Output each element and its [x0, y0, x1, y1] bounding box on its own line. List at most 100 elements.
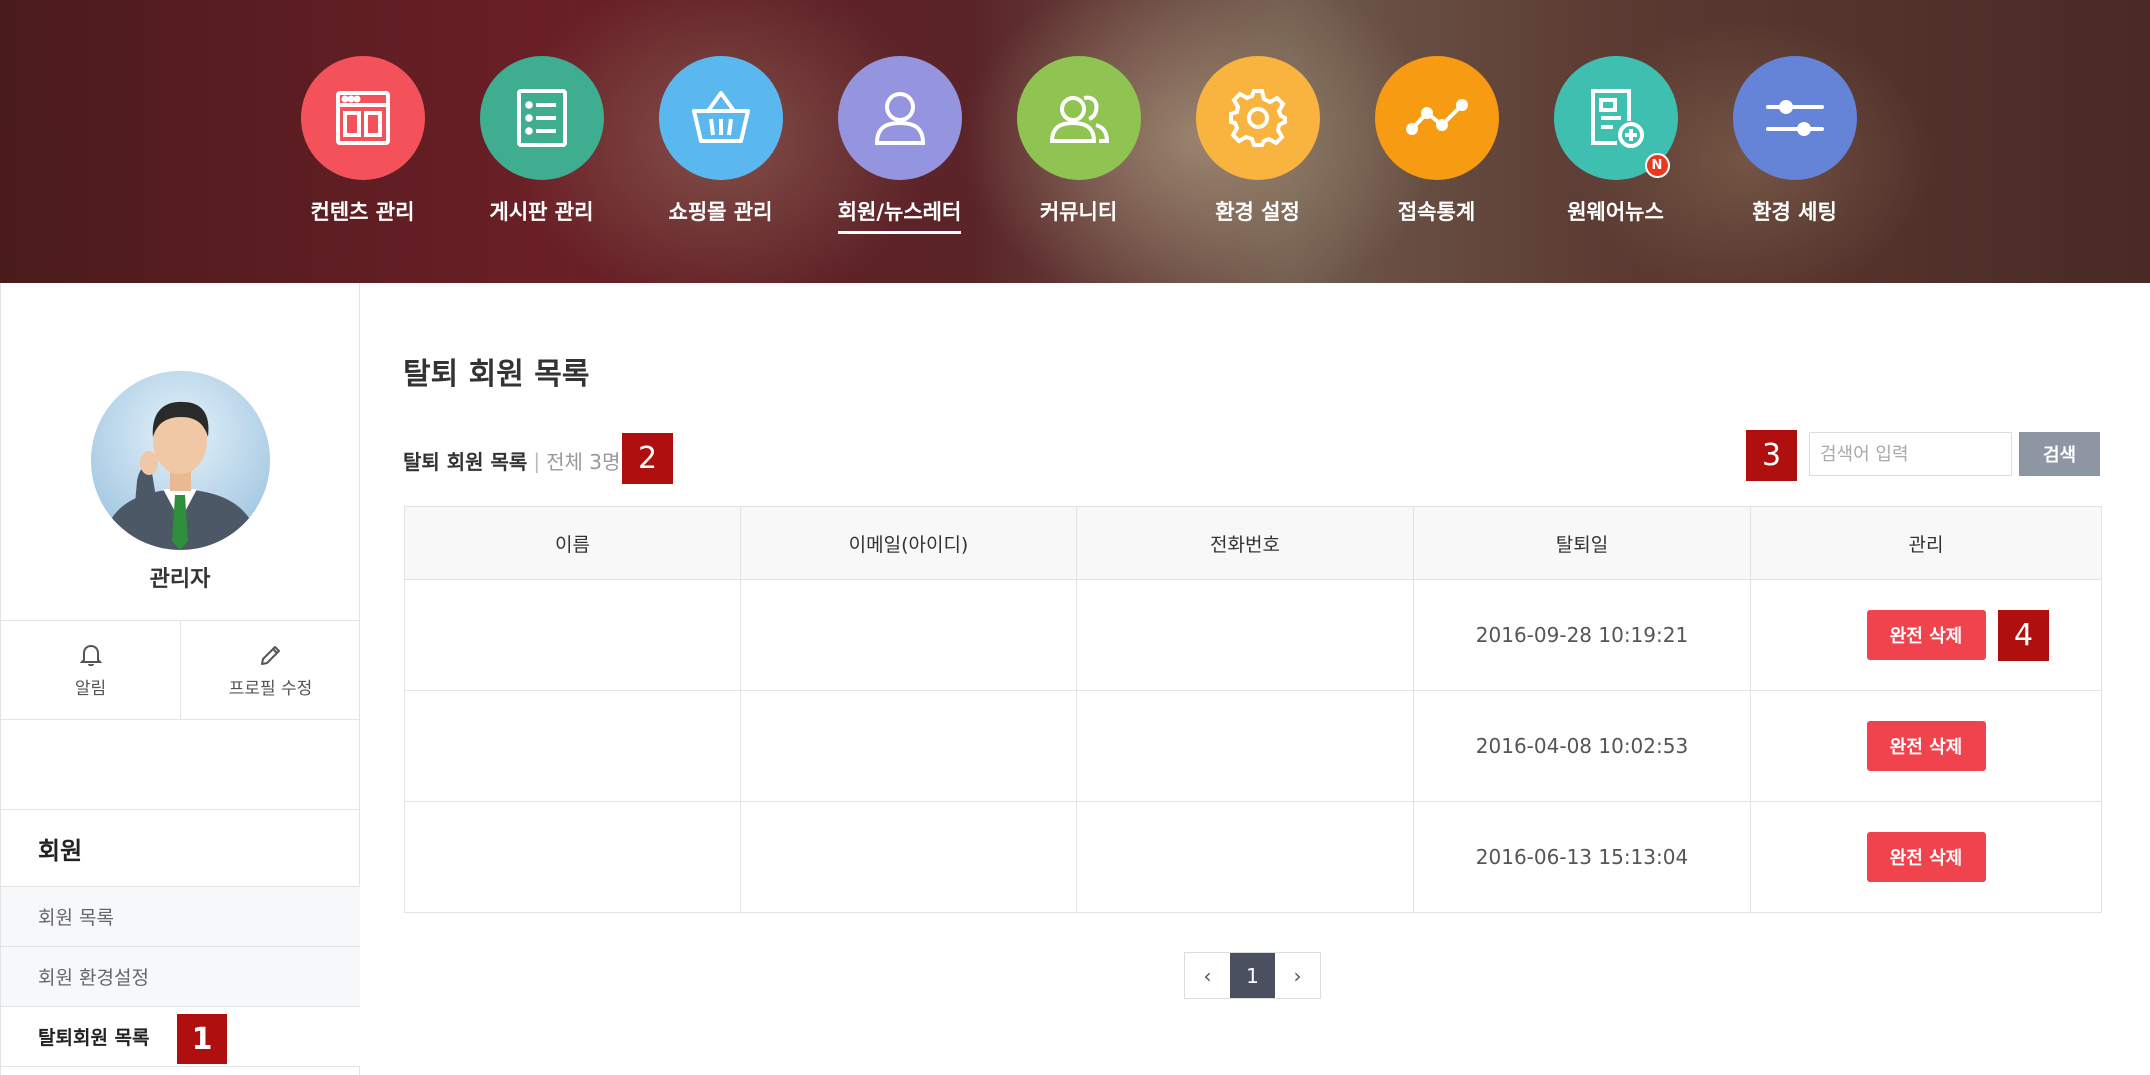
- table-row: 2016-04-08 10:02:53 완전 삭제: [404, 690, 2102, 802]
- cell-name: [404, 801, 741, 913]
- permanent-delete-button[interactable]: 완전 삭제: [1866, 721, 1986, 771]
- list-separator: |: [533, 448, 541, 473]
- nav-label: 환경 세팅: [1752, 200, 1837, 224]
- nav-circle: N: [1553, 56, 1678, 180]
- cell-email: [740, 801, 1077, 913]
- cell-withdrawal-date: 2016-04-08 10:02:53: [1413, 690, 1751, 802]
- sidebar-item-member-list[interactable]: 회원 목록: [1, 887, 360, 947]
- list-header: 탈퇴 회원 목록 | 전체 3명: [403, 446, 620, 475]
- annotation-marker-3: 3: [1746, 430, 1797, 481]
- list-label: 탈퇴 회원 목록: [403, 450, 528, 474]
- users-icon: [1049, 95, 1109, 143]
- table-row: 2016-09-28 10:19:21 완전 삭제 4: [404, 579, 2102, 691]
- column-header-withdrawal-date: 탈퇴일: [1413, 506, 1751, 580]
- cell-manage: 완전 삭제 4: [1750, 579, 2102, 691]
- nav-item-community[interactable]: 커뮤니티: [989, 56, 1168, 234]
- table-header-row: 이름 이메일(아이디) 전화번호 탈퇴일 관리: [404, 506, 2102, 580]
- annotation-marker-2: 2: [622, 433, 673, 484]
- pagination-next-button[interactable]: ›: [1275, 953, 1320, 998]
- profile-name: 관리자: [149, 567, 211, 592]
- cell-phone: [1076, 579, 1414, 691]
- search-button[interactable]: 검색: [2019, 432, 2100, 476]
- cell-name: [404, 690, 741, 802]
- nav-label: 커뮤니티: [1039, 200, 1118, 224]
- notifications-label: 알림: [74, 678, 107, 699]
- notifications-button[interactable]: 알림: [1, 621, 181, 719]
- nav-label: 원웨어뉴스: [1567, 200, 1664, 224]
- cell-email: [740, 690, 1077, 802]
- nav-label: 컨텐츠 관리: [310, 200, 415, 224]
- nav-item-board[interactable]: 게시판 관리: [452, 56, 631, 234]
- cell-email: [740, 579, 1077, 691]
- pencil-icon: [260, 645, 280, 665]
- list-count: 전체 3명: [546, 450, 621, 474]
- user-icon: [874, 92, 925, 145]
- bell-icon: [79, 644, 102, 666]
- table-row: 2016-06-13 15:13:04 완전 삭제: [404, 801, 2102, 913]
- main-content: 탈퇴 회원 목록 탈퇴 회원 목록 | 전체 3명 2 3 검색 이름 이메일(…: [360, 283, 2150, 1075]
- cell-manage: 완전 삭제: [1750, 801, 2102, 913]
- main-nav: 컨텐츠 관리 게시판 관리 쇼핑몰 관리 회원/뉴스레터 커뮤니티 환경 설정 …: [273, 56, 1884, 234]
- avatar: [91, 371, 270, 550]
- pagination-prev-button[interactable]: ‹: [1185, 953, 1230, 998]
- gear-icon: [1228, 89, 1287, 147]
- column-header-phone: 전화번호: [1076, 506, 1414, 580]
- nav-item-stats[interactable]: 접속통계: [1347, 56, 1526, 234]
- side-menu: 회원 회원 목록 회원 환경설정 탈퇴회원 목록 1: [1, 809, 360, 1067]
- cell-manage: 완전 삭제: [1750, 690, 2102, 802]
- profile-actions: 알림 프로필 수정: [1, 620, 360, 720]
- nav-label: 쇼핑몰 관리: [668, 200, 773, 224]
- column-header-email: 이메일(아이디): [740, 506, 1077, 580]
- permanent-delete-button[interactable]: 완전 삭제: [1866, 610, 1986, 660]
- layout-icon: [335, 91, 390, 145]
- nav-circle: [1374, 56, 1499, 180]
- nav-label: 회원/뉴스레터: [837, 196, 962, 234]
- trend-icon: [1405, 99, 1468, 135]
- pagination-current-page[interactable]: 1: [1230, 953, 1275, 998]
- annotation-marker-4: 4: [1998, 610, 2049, 661]
- nav-item-shop[interactable]: 쇼핑몰 관리: [631, 56, 810, 234]
- list-icon: [516, 89, 567, 147]
- basket-icon: [691, 91, 750, 143]
- nav-item-members[interactable]: 회원/뉴스레터: [810, 56, 989, 234]
- sidebar-item-label: 회원 목록: [38, 907, 114, 929]
- sidebar-item-member-settings[interactable]: 회원 환경설정: [1, 947, 360, 1007]
- nav-item-contents[interactable]: 컨텐츠 관리: [273, 56, 452, 234]
- nav-item-settings[interactable]: 환경 설정: [1168, 56, 1347, 234]
- nav-circle: [300, 56, 425, 180]
- cell-name: [404, 579, 741, 691]
- search-input[interactable]: [1809, 432, 2012, 476]
- sliders-icon: [1765, 100, 1824, 136]
- nav-circle: [1195, 56, 1320, 180]
- sidebar: 관리자 알림 프로필 수정 회원 회원 목록 회원 환경설정 탈퇴회원 목록 1: [0, 283, 360, 1075]
- edit-profile-label: 프로필 수정: [228, 678, 313, 699]
- column-header-manage: 관리: [1750, 506, 2102, 580]
- annotation-marker-1: 1: [177, 1014, 227, 1064]
- nav-label: 접속통계: [1397, 200, 1476, 224]
- cell-withdrawal-date: 2016-09-28 10:19:21: [1413, 579, 1751, 691]
- sidebar-item-label: 회원 환경설정: [38, 967, 149, 989]
- page-title: 탈퇴 회원 목록: [403, 357, 590, 392]
- edit-profile-button[interactable]: 프로필 수정: [181, 621, 360, 719]
- nav-label: 게시판 관리: [489, 200, 594, 224]
- nav-label: 환경 설정: [1215, 200, 1300, 224]
- sidebar-item-withdrawn-list[interactable]: 탈퇴회원 목록 1: [1, 1007, 360, 1067]
- cell-withdrawal-date: 2016-06-13 15:13:04: [1413, 801, 1751, 913]
- nav-item-setup[interactable]: 환경 세팅: [1705, 56, 1884, 234]
- document-add-icon: [1590, 89, 1644, 148]
- top-header: 컨텐츠 관리 게시판 관리 쇼핑몰 관리 회원/뉴스레터 커뮤니티 환경 설정 …: [0, 0, 2150, 283]
- column-header-name: 이름: [404, 506, 741, 580]
- nav-circle: [1732, 56, 1857, 180]
- cell-phone: [1076, 690, 1414, 802]
- pagination: ‹ 1 ›: [1184, 952, 1321, 999]
- side-menu-title: 회원: [1, 809, 360, 887]
- nav-circle: [837, 56, 962, 180]
- nav-item-news[interactable]: N 원웨어뉴스: [1526, 56, 1705, 234]
- sidebar-item-label: 탈퇴회원 목록: [38, 1027, 150, 1049]
- new-badge: N: [1644, 153, 1670, 178]
- withdrawn-members-table: 이름 이메일(아이디) 전화번호 탈퇴일 관리 2016-09-28 10:19…: [404, 506, 2102, 913]
- nav-circle: [658, 56, 783, 180]
- permanent-delete-button[interactable]: 완전 삭제: [1866, 832, 1986, 882]
- cell-phone: [1076, 801, 1414, 913]
- nav-circle: [1016, 56, 1141, 180]
